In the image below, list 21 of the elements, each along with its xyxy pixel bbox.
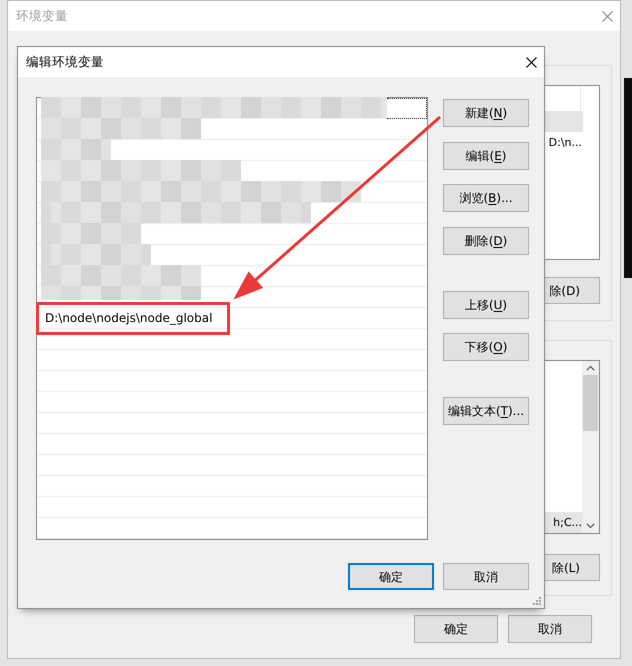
list-entry[interactable]: D:\node\nodejs\node_global [45,310,212,324]
dialog-button[interactable]: 确定 [414,615,498,643]
window-title: 环境变量 [16,8,68,24]
scroll-down-icon [586,523,595,529]
dialog-button[interactable]: 取消 [508,615,592,643]
action-button[interactable]: 浏览(B)... [443,184,529,212]
action-button[interactable]: 下移(O) [443,333,529,361]
close-button[interactable] [526,56,537,68]
action-button[interactable]: 编辑(E) [443,142,529,170]
scrollbar-thumb[interactable] [583,375,598,431]
action-button[interactable]: 新建(N) [443,99,529,127]
scroll-up-icon [586,365,595,371]
window-title: 编辑环境变量 [26,54,104,70]
close-icon [602,10,613,22]
action-button[interactable]: 删除(D) [443,226,529,254]
close-icon [526,56,537,68]
dialog-button[interactable]: 取消 [443,563,529,590]
dialog-button[interactable]: 确定 [348,563,434,590]
action-button[interactable]: 上移(U) [443,290,529,318]
resize-grip-icon [532,596,541,605]
action-button[interactable]: 编辑文本(T)... [443,397,529,425]
